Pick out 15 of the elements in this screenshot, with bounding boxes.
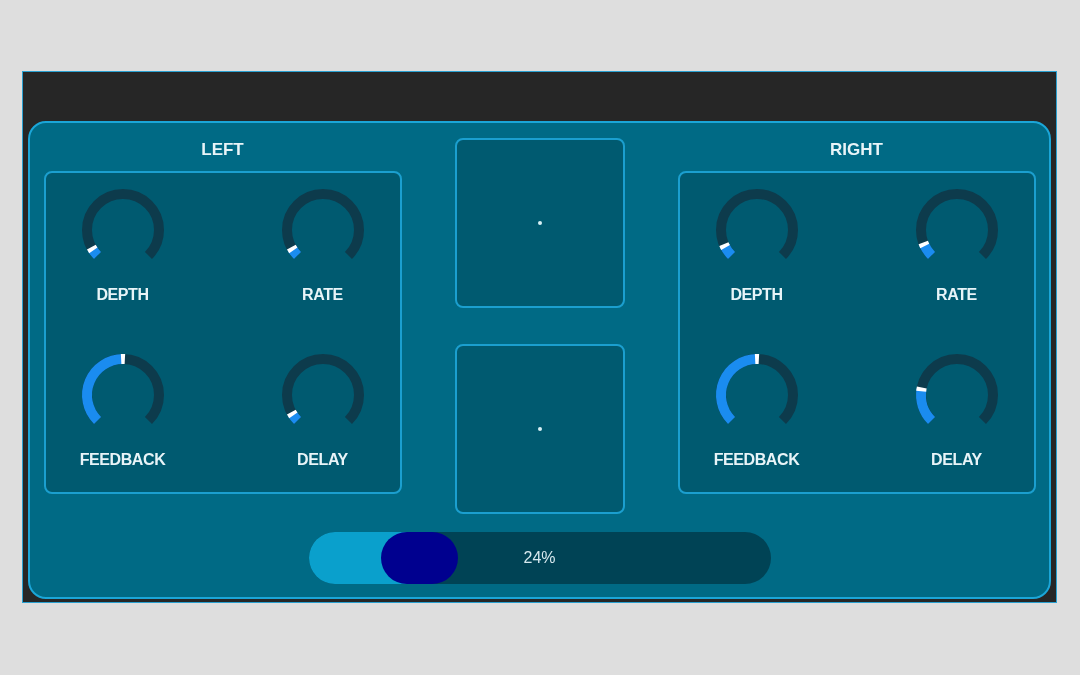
group-title: RIGHT xyxy=(830,139,883,161)
knob-label: FEEDBACK xyxy=(713,450,800,470)
knob-label: DELAY xyxy=(297,450,348,470)
group-title: LEFT xyxy=(201,139,244,161)
knob-label: FEEDBACK xyxy=(79,450,166,470)
xy-pad[interactable] xyxy=(454,344,625,514)
slider-thumb[interactable] xyxy=(381,532,459,584)
mix-slider[interactable]: 24% xyxy=(308,532,771,584)
knob-label: DEPTH xyxy=(730,284,783,305)
slider-reading: 24% xyxy=(523,548,556,568)
knob-label: RATE xyxy=(936,284,977,305)
knob-label: DELAY xyxy=(931,450,982,470)
knob-label: DEPTH xyxy=(96,284,149,305)
xy-pad[interactable] xyxy=(454,138,625,308)
knob-label: RATE xyxy=(302,284,343,305)
